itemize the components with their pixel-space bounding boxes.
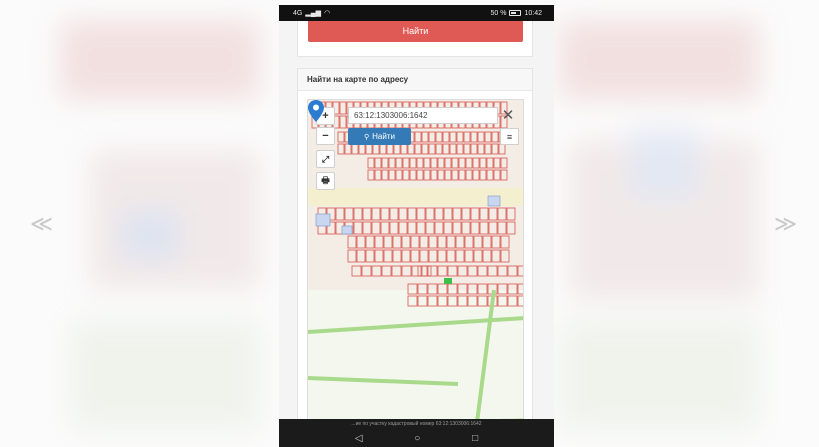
find-button[interactable]: Найти — [308, 21, 523, 42]
search-result-card: Найти — [297, 21, 533, 57]
status-time: 10:42 — [524, 9, 542, 17]
print-icon[interactable]: 🖶 — [316, 172, 335, 190]
map-card-header: Найти на карте по адресу — [298, 69, 532, 91]
zoom-out-button[interactable]: − — [316, 127, 335, 145]
menu-icon[interactable]: ≡ — [500, 128, 519, 145]
wifi-icon: ◠ — [324, 10, 331, 17]
home-key-icon[interactable]: ○ — [414, 433, 420, 444]
map-search-card: Найти на карте по адресу + − ⤢ 🖶 63:12:1… — [297, 68, 533, 419]
map-canvas — [308, 100, 523, 419]
selected-parcel — [444, 278, 452, 284]
gallery-next-arrow[interactable]: ≫ — [774, 213, 797, 235]
phone-screenshot: 4G ▂▄▆ ◠ 50 % 10:42 Найти Найти на карте… — [279, 5, 554, 447]
status-bar: 4G ▂▄▆ ◠ 50 % 10:42 — [279, 5, 554, 21]
battery-icon — [509, 10, 522, 16]
network-indicator: 4G — [293, 9, 303, 17]
gallery-prev-arrow[interactable]: ≪ — [30, 213, 53, 235]
android-nav-bar: ...ие по участку кадастровый номер 63:12… — [279, 419, 554, 447]
web-page: Найти Найти на карте по адресу + − ⤢ 🖶 6… — [279, 21, 554, 419]
search-icon: ⚲ — [364, 133, 370, 141]
cadastral-map[interactable]: + − ⤢ 🖶 63:12:1303006:1642 ✕ ⚲ Найти ≡ — [307, 99, 524, 419]
recent-apps-key-icon[interactable]: □ — [472, 433, 478, 444]
close-icon[interactable]: ✕ — [498, 106, 518, 124]
cadastral-search-input[interactable]: 63:12:1303006:1642 — [348, 107, 498, 124]
location-marker-icon[interactable] — [308, 100, 324, 122]
signal-icon: ▂▄▆ — [305, 10, 322, 17]
back-key-icon[interactable]: ◁ — [355, 433, 363, 444]
fullscreen-icon[interactable]: ⤢ — [316, 150, 335, 168]
page-caption: ...ие по участку кадастровый номер 63:12… — [351, 421, 482, 427]
battery-percent: 50 % — [490, 9, 507, 17]
map-search-button[interactable]: ⚲ Найти — [348, 128, 411, 145]
map-search-button-label: Найти — [372, 132, 395, 141]
